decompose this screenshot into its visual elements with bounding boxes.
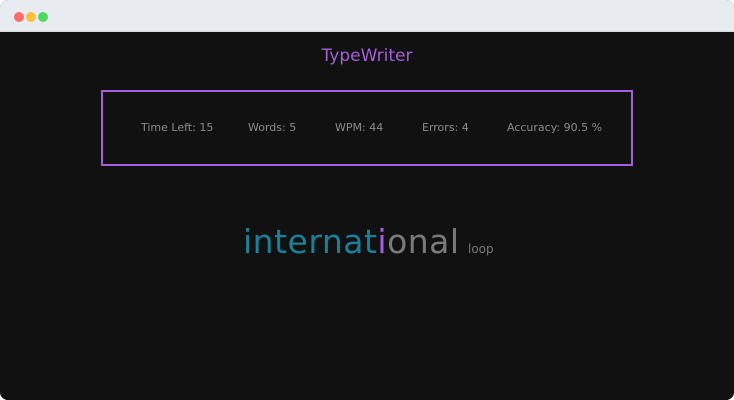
app-content: TypeWriter Time Left: 15 Words: 5 WPM: 4… bbox=[0, 32, 734, 400]
errors-stat: Errors: 4 bbox=[422, 121, 469, 134]
stats-panel: Time Left: 15 Words: 5 WPM: 44 Errors: 4… bbox=[101, 90, 633, 166]
minimize-window-icon[interactable] bbox=[26, 12, 36, 22]
words-stat: Words: 5 bbox=[248, 121, 297, 134]
accuracy-stat: Accuracy: 90.5 % bbox=[507, 121, 603, 134]
time-left-stat: Time Left: 15 bbox=[141, 121, 214, 134]
current-word: international bbox=[243, 222, 460, 261]
browser-window: TypeWriter Time Left: 15 Words: 5 WPM: 4… bbox=[0, 0, 734, 400]
wpm-stat: WPM: 44 bbox=[335, 121, 384, 134]
maximize-window-icon[interactable] bbox=[38, 12, 48, 22]
close-window-icon[interactable] bbox=[14, 12, 24, 22]
window-titlebar bbox=[0, 0, 734, 32]
typed-characters: internat bbox=[243, 222, 378, 261]
current-character: i bbox=[377, 222, 388, 261]
remaining-characters: onal bbox=[387, 222, 460, 261]
typing-area[interactable]: international loop bbox=[243, 222, 494, 262]
next-word: loop bbox=[468, 242, 494, 256]
app-title: TypeWriter bbox=[321, 46, 413, 66]
